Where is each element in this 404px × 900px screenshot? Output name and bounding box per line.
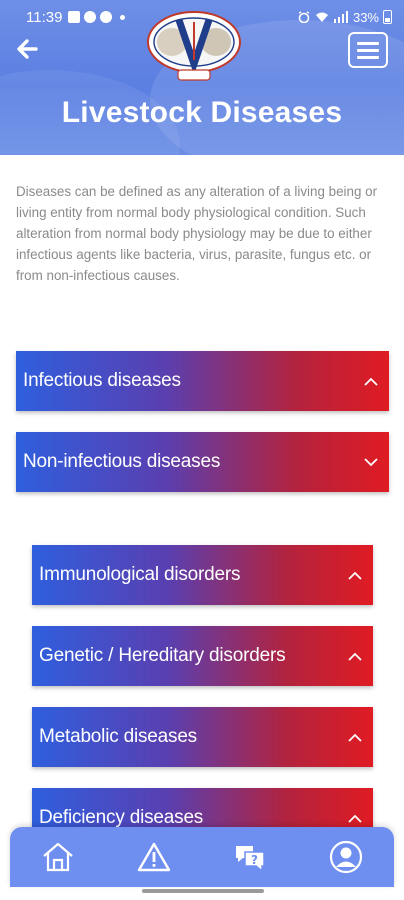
app-header: 11:39 33% Livestock Diseases	[0, 0, 404, 155]
veterinary-college-logo	[147, 11, 241, 81]
battery-percentage: 33%	[352, 9, 379, 25]
chevron-up-icon	[348, 571, 362, 580]
bottom-navigation: ?	[10, 827, 394, 887]
facebook-notification-icon	[100, 11, 113, 23]
gallery-notification-icon	[68, 11, 81, 23]
signal-icon	[333, 11, 348, 23]
accordion-label: Infectious diseases	[23, 370, 181, 391]
accordion-non-infectious-diseases[interactable]: Non-infectious diseases	[16, 432, 389, 492]
battery-icon	[383, 10, 392, 24]
accordion-genetic-hereditary-disorders[interactable]: Genetic / Hereditary disorders	[32, 626, 373, 686]
accordion-metabolic-diseases[interactable]: Metabolic diseases	[32, 707, 373, 767]
chevron-up-icon	[364, 377, 378, 386]
chevron-up-icon	[348, 733, 362, 742]
hamburger-menu-icon	[357, 41, 379, 45]
user-profile-icon	[329, 840, 363, 874]
warning-icon	[137, 842, 171, 872]
accordion-label: Deficiency diseases	[39, 807, 204, 828]
messenger-notification-icon	[84, 11, 97, 23]
accordion-immunological-disorders[interactable]: Immunological disorders	[32, 545, 373, 605]
chevron-up-icon	[348, 814, 362, 823]
page-title: Livestock Diseases	[61, 96, 343, 129]
hamburger-menu-icon	[357, 55, 379, 59]
accordion-label: Metabolic diseases	[39, 726, 197, 747]
alarm-icon	[298, 11, 310, 23]
nav-profile[interactable]	[326, 837, 366, 877]
nav-home[interactable]	[38, 837, 78, 877]
question-chat-icon: ?	[236, 846, 265, 873]
status-time: 11:39	[26, 8, 63, 26]
accordion-label: Non-infectious diseases	[23, 451, 221, 472]
nav-alerts[interactable]	[134, 837, 174, 877]
home-icon	[43, 842, 73, 872]
back-button[interactable]	[12, 34, 42, 64]
nav-faq[interactable]: ?	[230, 837, 270, 877]
accordion-label: Immunological disorders	[39, 564, 241, 585]
chevron-up-icon	[348, 652, 362, 661]
svg-text:?: ?	[251, 853, 258, 867]
more-notifications-icon	[120, 14, 126, 20]
accordion-infectious-diseases[interactable]: Infectious diseases	[16, 351, 389, 411]
arrow-left-icon	[17, 39, 38, 59]
menu-button[interactable]	[348, 32, 388, 68]
intro-paragraph: Diseases can be defined as any alteratio…	[16, 184, 378, 283]
gesture-navigation-bar[interactable]	[142, 889, 264, 893]
chevron-down-icon	[364, 457, 378, 466]
status-right: 33%	[297, 10, 392, 25]
app-logo	[145, 8, 243, 84]
wifi-icon	[315, 12, 328, 22]
hamburger-menu-icon	[357, 48, 379, 52]
accordion-label: Genetic / Hereditary disorders	[39, 645, 286, 666]
